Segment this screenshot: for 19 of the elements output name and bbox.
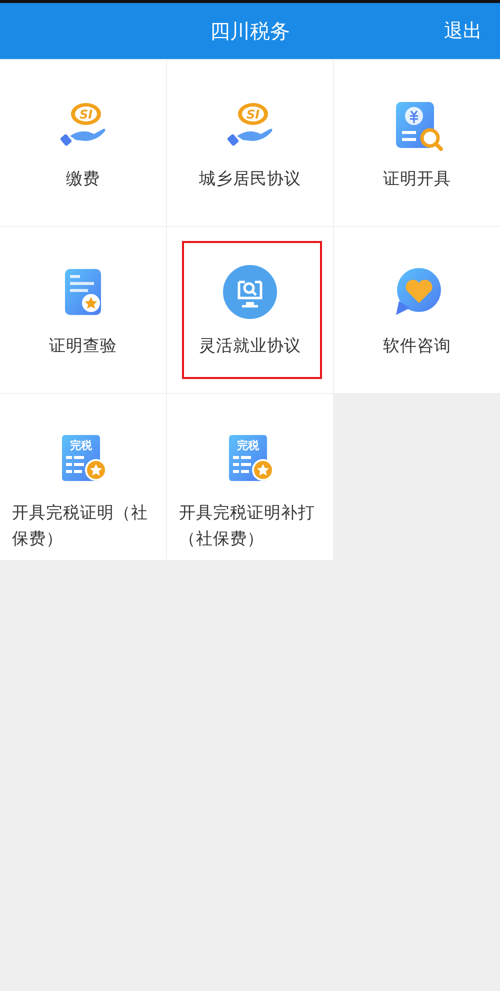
service-label: 证明开具 [383, 168, 451, 190]
service-tile[interactable]: 软件咨询 [334, 227, 500, 393]
service-label: 缴费 [66, 168, 100, 190]
header-title: 四川税务 [210, 19, 290, 43]
service-label: 开具完税证明补打（社保费） [179, 502, 316, 550]
service-label: 开具完税证明（社保费） [12, 502, 149, 550]
service-label: 软件咨询 [383, 335, 451, 357]
service-tile[interactable]: 灵活就业协议 [167, 227, 333, 393]
service-tile[interactable]: 完税 开具完税证明（社保费） [0, 394, 166, 560]
service-tile[interactable]: SI 城乡居民协议 [167, 60, 333, 226]
service-label: 城乡居民协议 [199, 168, 301, 190]
service-tile[interactable]: 证明查验 [0, 227, 166, 393]
service-tile[interactable]: 证明开具 [334, 60, 500, 226]
service-label: 灵活就业协议 [199, 335, 301, 357]
service-tile[interactable]: SI 缴费 [0, 60, 166, 226]
service-tile[interactable]: 完税 开具完税证明补打（社保费） [167, 394, 333, 560]
service-label: 证明查验 [49, 335, 117, 357]
logout-button[interactable]: 退出 [444, 17, 482, 46]
monitor-search-icon [223, 265, 277, 319]
